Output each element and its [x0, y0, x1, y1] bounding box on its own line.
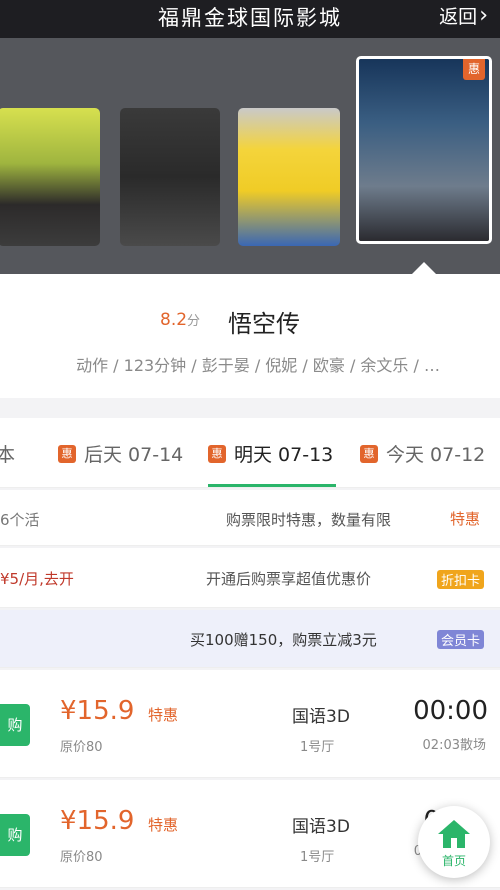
movie-meta: 动作 / 123分钟 / 彭于晏 / 倪妮 / 欧豪 / 余文乐 / …	[76, 356, 440, 375]
discount-badge: 惠	[208, 444, 226, 463]
promo-tehui[interactable]: 特惠 购票限时特惠，数量有限 6个活	[0, 490, 500, 546]
member-card-label: 会员卡	[436, 630, 484, 649]
promo-text: 开通后购票享超值优惠价	[206, 570, 372, 588]
original-price: 原价80	[60, 850, 103, 865]
tab-day-after[interactable]: 惠 后天 07-14	[58, 440, 183, 467]
tab-more[interactable]: 本	[0, 440, 15, 467]
score-value: 8.2	[160, 310, 188, 330]
promo-text: 购票限时特惠，数量有限	[226, 511, 392, 529]
tab-label: 明天 07-13	[234, 444, 334, 466]
tab-label: 今天 07-12	[386, 444, 486, 466]
poster-3[interactable]	[238, 108, 340, 246]
tab-label: 后天 07-14	[84, 444, 184, 466]
date-tabs: 惠 今天 07-12 惠 明天 07-13 惠 后天 07-14 本	[0, 418, 500, 488]
showtime-row[interactable]: 00:00 02:03散场 国语3D 1号厅 特惠 ¥15.9 原价80 购	[0, 670, 500, 778]
language-format: 国语3D	[292, 817, 350, 837]
back-label: 返回	[439, 6, 478, 28]
top-bar: 福鼎金球国际影城 返回 ›	[0, 0, 500, 38]
promo-member-card[interactable]: 会员卡 买100赠150，购票立减3元	[0, 610, 500, 668]
poster-2[interactable]	[120, 108, 220, 246]
promo-discount-card[interactable]: 折扣卡 开通后购票享超值优惠价 ¥5/月,去开	[0, 548, 500, 608]
score-unit: 分	[187, 314, 201, 329]
movie-title: 悟空传	[228, 310, 300, 338]
poster-4-selected[interactable]: 惠	[356, 56, 492, 244]
original-price: 原价80	[60, 740, 103, 755]
buy-button[interactable]: 购	[0, 704, 30, 746]
home-button[interactable]: 首页	[418, 806, 490, 878]
home-icon	[438, 820, 470, 848]
poster-pointer	[412, 262, 436, 274]
tehui-tag: 特惠	[148, 706, 179, 724]
price: ¥15.9	[60, 806, 135, 836]
tehui-label: 特惠	[449, 510, 480, 528]
discount-badge: 惠	[463, 59, 485, 80]
tehui-tag: 特惠	[148, 816, 179, 834]
cinema-title: 福鼎金球国际影城	[158, 6, 342, 30]
language-format: 国语3D	[292, 707, 350, 727]
discount-card-label: 折扣卡	[436, 570, 484, 589]
home-label: 首页	[441, 854, 466, 868]
discount-badge: 惠	[360, 444, 378, 463]
back-button[interactable]: 返回 ›	[439, 2, 488, 29]
poster-1[interactable]	[0, 108, 100, 246]
active-tab-indicator	[208, 484, 336, 487]
movie-info: 悟空传 8.2分 动作 / 123分钟 / 彭于晏 / 倪妮 / 欧豪 / 余文…	[0, 274, 500, 398]
movie-score: 8.2分	[160, 310, 200, 330]
promo-text: 买100赠150，购票立减3元	[190, 631, 377, 649]
hall: 1号厅	[300, 850, 335, 865]
price: ¥15.9	[60, 696, 135, 726]
poster-carousel[interactable]: 惠	[0, 38, 500, 274]
hall: 1号厅	[300, 740, 335, 755]
tab-tomorrow[interactable]: 惠 明天 07-13	[208, 440, 333, 467]
tab-today[interactable]: 惠 今天 07-12	[360, 440, 485, 467]
start-time: 00:00	[413, 696, 488, 726]
promo-open-link[interactable]: ¥5/月,去开	[0, 568, 74, 589]
end-time: 02:03散场	[422, 738, 486, 753]
chevron-right-icon: ›	[479, 3, 488, 28]
tab-label: 本	[0, 444, 16, 466]
buy-button[interactable]: 购	[0, 814, 30, 856]
promo-count: 6个活	[0, 511, 40, 529]
discount-badge: 惠	[58, 444, 76, 463]
